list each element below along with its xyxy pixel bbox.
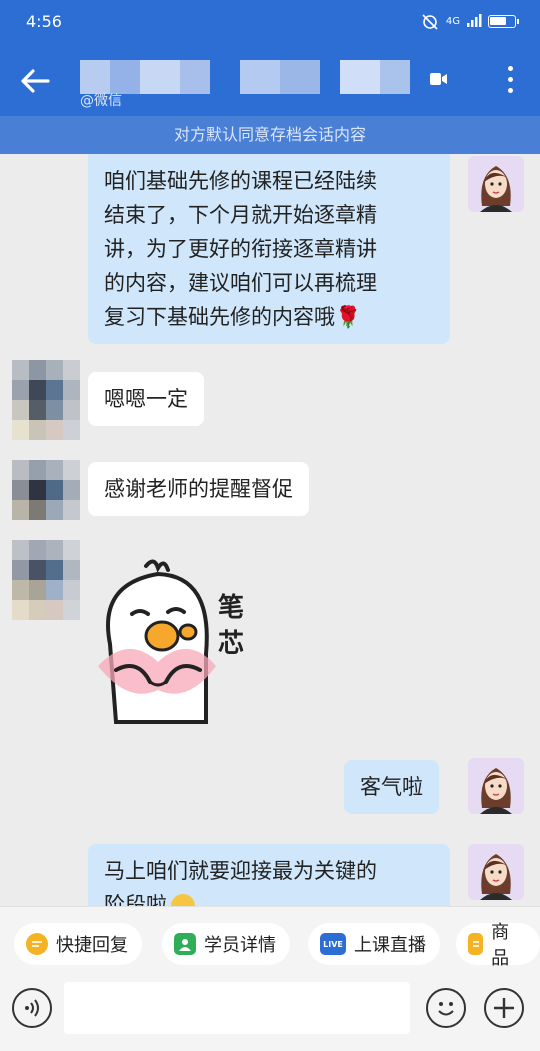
more-vertical-icon[interactable] bbox=[506, 66, 514, 96]
message-line: 咱们基础先修的课程已经陆续 bbox=[104, 169, 377, 193]
quick-reply-icon bbox=[26, 933, 48, 955]
student-detail-button[interactable]: 学员详情 bbox=[162, 923, 290, 965]
teacher-avatar[interactable] bbox=[468, 156, 524, 212]
teacher-avatar-icon bbox=[480, 768, 512, 814]
contact-subtitle: @微信 bbox=[80, 93, 122, 109]
chat-header: @微信 bbox=[0, 44, 540, 116]
live-class-button[interactable]: LIVE 上课直播 bbox=[308, 923, 440, 965]
video-call-icon[interactable] bbox=[430, 72, 448, 86]
student-avatar[interactable] bbox=[12, 460, 80, 540]
student-detail-icon bbox=[174, 933, 196, 955]
voice-icon[interactable] bbox=[12, 988, 52, 1028]
message-line: 马上咱们就要迎接最为关键的 bbox=[104, 859, 377, 883]
sticker-caption: 笔芯 bbox=[218, 593, 245, 659]
teacher-avatar[interactable] bbox=[468, 844, 524, 900]
message-bubble-right[interactable]: 咱们基础先修的课程已经陆续 结束了，下个月就开始逐章精 讲，为了更好的衔接逐章精… bbox=[88, 154, 450, 344]
message-bubble-right[interactable]: 马上咱们就要迎接最为关键的 阶段啦 bbox=[88, 844, 450, 906]
battery-icon bbox=[488, 14, 519, 28]
message-line: 阶段啦 bbox=[104, 888, 434, 906]
student-avatar[interactable] bbox=[12, 540, 80, 620]
quick-actions-bar: 快捷回复 学员详情 LIVE 上课直播 商品 bbox=[0, 906, 540, 978]
teacher-avatar-icon bbox=[480, 854, 512, 900]
system-icons: 4G bbox=[420, 12, 519, 30]
message-line: 复习下基础先修的内容哦🌹 bbox=[104, 305, 362, 329]
student-detail-label: 学员详情 bbox=[204, 935, 276, 956]
quick-reply-label: 快捷回复 bbox=[56, 935, 128, 956]
network-type: 4G bbox=[445, 15, 460, 27]
status-bar: 4:56 4G bbox=[0, 0, 540, 44]
teacher-avatar-icon bbox=[480, 166, 512, 212]
sticker-message[interactable]: 笔芯 bbox=[88, 554, 268, 726]
signal-icon bbox=[467, 14, 482, 27]
message-bubble-right[interactable]: 客气啦 bbox=[344, 760, 439, 814]
teacher-avatar[interactable] bbox=[468, 758, 524, 814]
message-line: 的内容，建议咱们可以再梳理 bbox=[104, 271, 377, 295]
message-line: 结束了，下个月就开始逐章精 bbox=[104, 203, 377, 227]
status-time: 4:56 bbox=[26, 12, 62, 31]
message-line: 讲，为了更好的衔接逐章精讲 bbox=[104, 237, 377, 261]
quick-reply-button[interactable]: 快捷回复 bbox=[14, 923, 142, 965]
student-avatar[interactable] bbox=[12, 360, 80, 440]
message-bubble-left[interactable]: 嗯嗯一定 bbox=[88, 372, 204, 426]
live-class-label: 上课直播 bbox=[354, 935, 426, 956]
message-line-text: 阶段啦 bbox=[104, 893, 167, 906]
plus-icon[interactable] bbox=[484, 988, 524, 1028]
alarm-off-icon bbox=[422, 14, 438, 30]
message-input[interactable] bbox=[64, 982, 410, 1034]
archive-notice: 对方默认同意存档会话内容 bbox=[0, 116, 540, 154]
face-emoji-icon bbox=[171, 894, 195, 906]
product-button[interactable]: 商品 bbox=[456, 922, 540, 969]
chat-messages[interactable]: 咱们基础先修的课程已经陆续 结束了，下个月就开始逐章精 讲，为了更好的衔接逐章精… bbox=[0, 154, 540, 906]
live-icon: LIVE bbox=[320, 933, 346, 955]
input-bar bbox=[0, 978, 540, 1051]
message-bubble-left[interactable]: 感谢老师的提醒督促 bbox=[88, 462, 309, 516]
product-icon bbox=[468, 933, 484, 955]
arrow-left-icon[interactable] bbox=[18, 64, 52, 98]
contact-name-redacted bbox=[80, 60, 430, 94]
product-label: 商品 bbox=[491, 922, 510, 969]
emoji-icon[interactable] bbox=[426, 988, 466, 1028]
